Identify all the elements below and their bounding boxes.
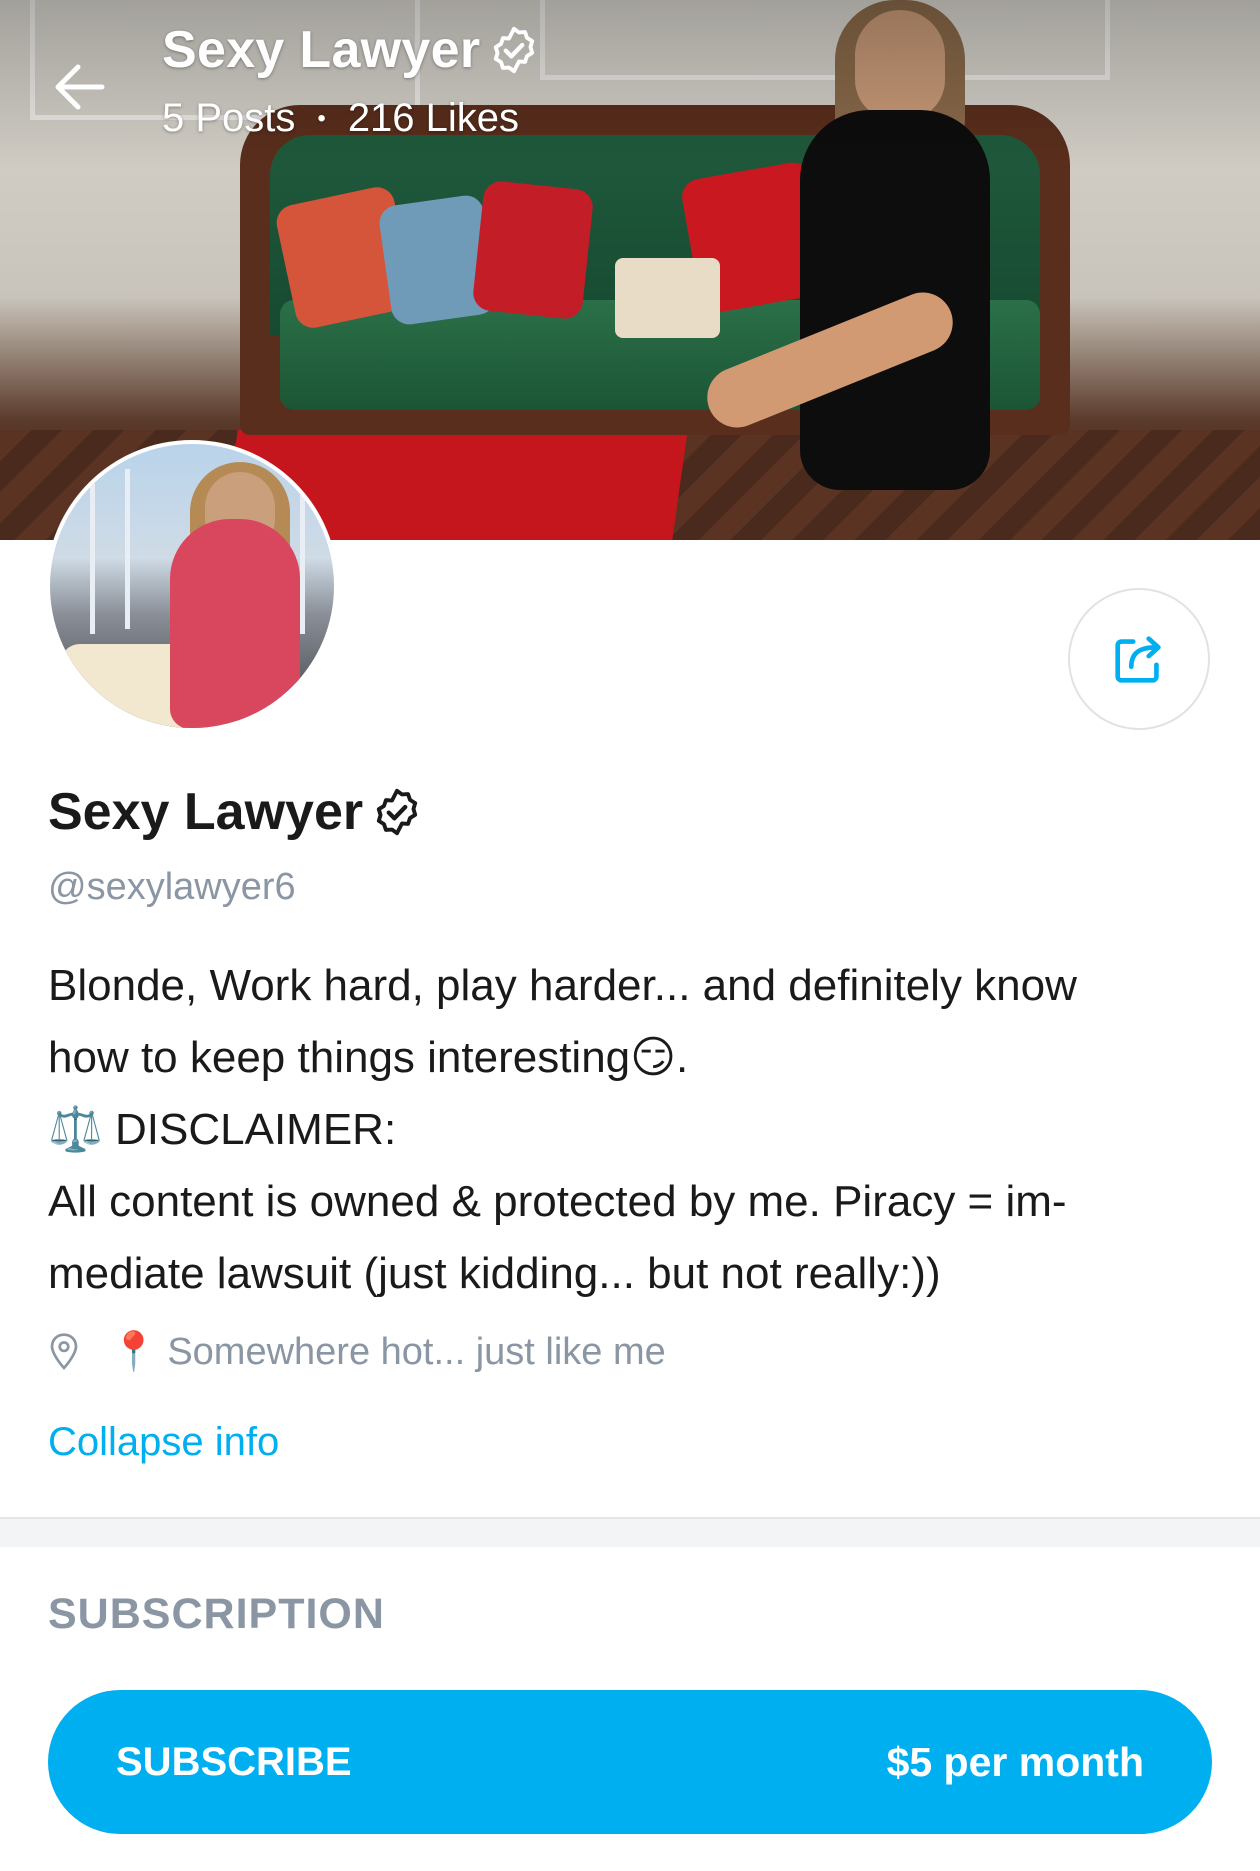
pillow (471, 179, 595, 321)
avatar-image (50, 444, 334, 728)
location-pin-icon (50, 1333, 78, 1370)
profile-location: 📍 Somewhere hot... just like me (48, 1330, 666, 1374)
bio-line: Blonde, Work hard, play harder... and de… (48, 961, 1077, 1010)
handbag (615, 258, 720, 338)
header-title: Sexy Lawyer (162, 18, 540, 82)
subscribe-button[interactable]: SUBSCRIBE $5 per month (48, 1690, 1212, 1834)
profile-name-row: Sexy Lawyer (48, 782, 423, 842)
header-name: Sexy Lawyer (162, 21, 481, 79)
bio-line: ⚖️ DISCLAIMER: (48, 1105, 397, 1154)
location-text: Somewhere hot... just like me (167, 1330, 666, 1373)
collapse-info-link[interactable]: Collapse info (48, 1420, 279, 1465)
header-stats: 5 Posts • 216 Likes (162, 96, 519, 141)
location-emoji: 📍 (110, 1331, 158, 1373)
boat-mast (90, 484, 95, 634)
share-icon (1115, 636, 1161, 683)
bio-line: how to keep things interesting😏. (48, 1033, 689, 1082)
profile-handle: @sexylawyer6 (48, 866, 296, 908)
bio-line: mediate lawsuit (just kidding... but not… (48, 1249, 941, 1298)
boat-mast (125, 469, 130, 629)
likes-count: 216 Likes (347, 96, 520, 140)
posts-count: 5 Posts (162, 96, 296, 140)
bio-line: All content is owned & protected by me. … (48, 1177, 1067, 1226)
verified-badge-icon (376, 788, 418, 836)
stats-separator: • (317, 104, 326, 132)
profile-bio: Blonde, Work hard, play harder... and de… (48, 950, 1228, 1310)
back-button[interactable] (48, 55, 112, 119)
subscribe-label: SUBSCRIBE (116, 1739, 352, 1784)
arrow-left-icon (55, 64, 105, 110)
subscription-price: $5 per month (886, 1738, 1144, 1785)
verified-badge-icon (494, 26, 535, 74)
share-button[interactable] (1068, 588, 1210, 730)
boat-mast (300, 494, 305, 634)
profile-name: Sexy Lawyer (48, 783, 364, 841)
avatar-suit (170, 519, 300, 728)
avatar[interactable] (46, 440, 338, 732)
subscription-heading: SUBSCRIPTION (48, 1590, 385, 1638)
section-divider (0, 1517, 1260, 1547)
